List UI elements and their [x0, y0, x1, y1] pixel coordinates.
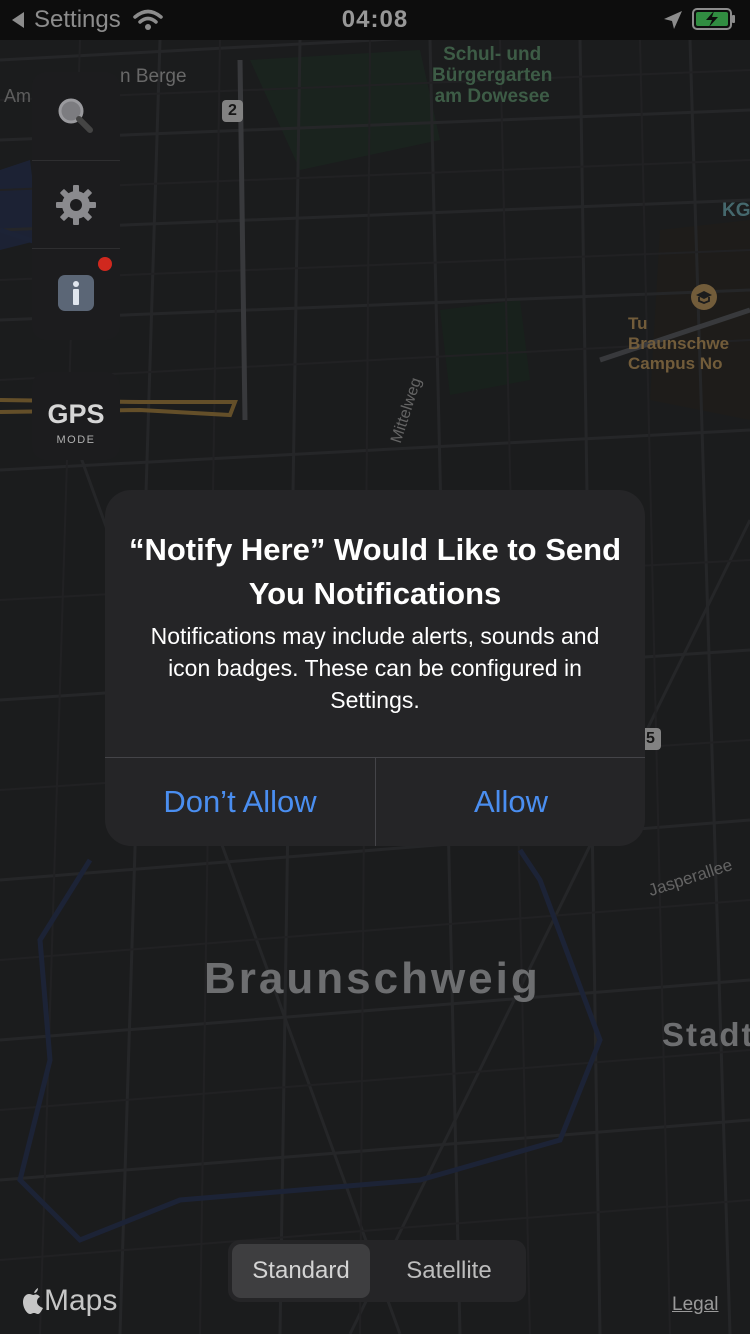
search-button[interactable]: [32, 72, 120, 160]
map-toolbar: [32, 72, 120, 340]
apple-logo-icon: [23, 1288, 43, 1314]
dont-allow-button[interactable]: Don’t Allow: [105, 758, 375, 846]
apple-maps-logo: Maps: [20, 1284, 117, 1318]
allow-button[interactable]: Allow: [376, 758, 645, 846]
gps-mode-button[interactable]: GPS MODE: [32, 372, 120, 460]
alert-title: “Notify Here” Would Like to Send You Not…: [128, 532, 622, 611]
search-icon: [58, 98, 93, 133]
info-button[interactable]: [32, 248, 120, 337]
maps-wordmark: Maps: [44, 1284, 118, 1317]
map-type-standard[interactable]: Standard: [232, 1244, 370, 1298]
alert-message: Notifications may include alerts, sounds…: [150, 623, 600, 713]
notification-permission-alert: “Notify Here” Would Like to Send You Not…: [105, 490, 645, 846]
gps-label: GPS: [47, 399, 105, 429]
map-type-segmented-control: Standard Satellite: [228, 1240, 526, 1302]
gear-icon: [56, 185, 96, 225]
info-badge: [98, 257, 112, 271]
settings-button[interactable]: [32, 160, 120, 249]
info-icon: [58, 275, 94, 311]
legal-link[interactable]: Legal: [672, 1294, 719, 1316]
map-type-satellite[interactable]: Satellite: [376, 1244, 522, 1298]
gps-mode-label: MODE: [56, 434, 96, 446]
